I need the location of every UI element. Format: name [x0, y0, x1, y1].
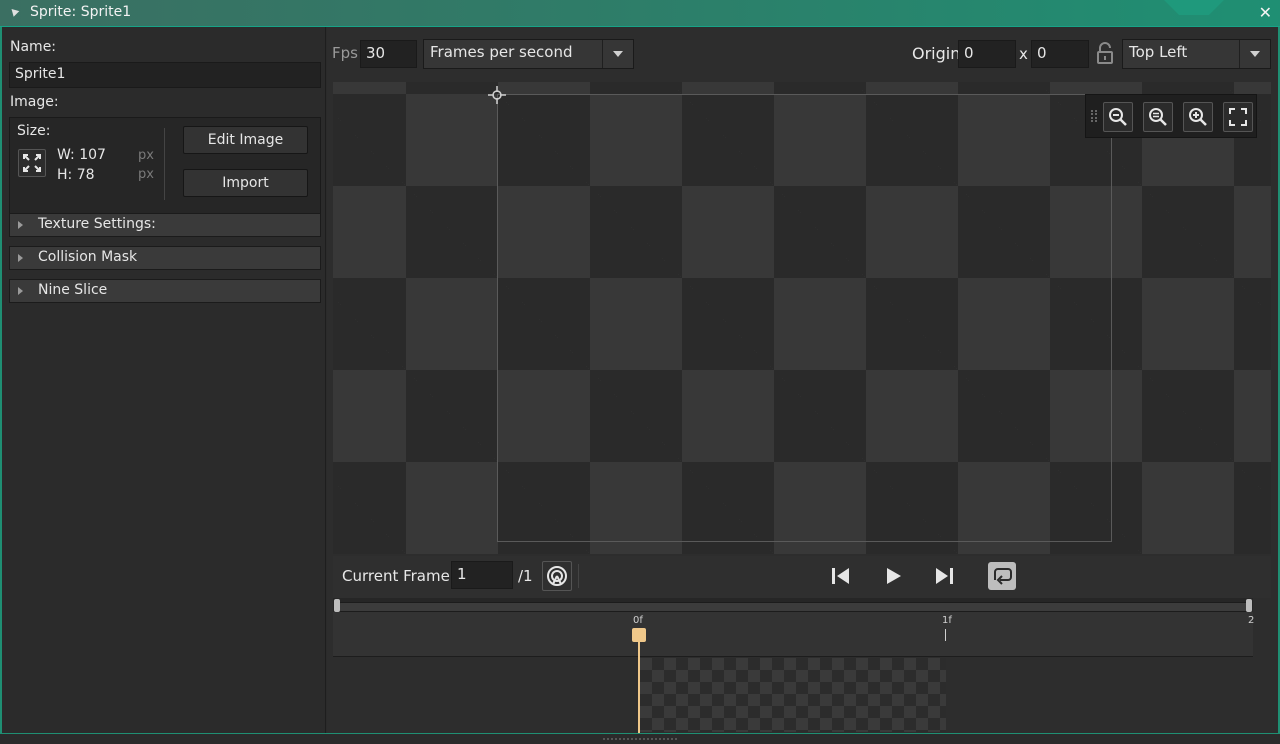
close-icon[interactable]: ✕ [1259, 3, 1272, 22]
frame-cell[interactable] [640, 658, 946, 732]
playhead-handle[interactable] [632, 628, 646, 642]
current-frame-label: Current Frame: [342, 567, 455, 585]
fullscreen-icon [1229, 108, 1247, 126]
play-icon [887, 568, 901, 584]
divider [164, 128, 165, 200]
fps-mode-dropdown[interactable]: Frames per second [423, 39, 634, 69]
chevron-down-icon [1239, 40, 1270, 68]
height-value: H: 78 [57, 167, 95, 183]
fps-input[interactable]: 30 [360, 40, 417, 68]
fps-mode-value: Frames per second [430, 43, 573, 61]
section-label: Collision Mask [38, 249, 138, 265]
nine-slice-section[interactable]: Nine Slice [9, 279, 321, 303]
resize-grip[interactable] [603, 738, 677, 740]
tick-label: 0f [633, 615, 643, 626]
height-unit: px [138, 167, 154, 182]
current-frame-input[interactable]: 1 [451, 561, 513, 589]
expand-arrow-icon [18, 254, 23, 262]
fit-screen-button[interactable] [1223, 102, 1253, 132]
section-label: Texture Settings: [38, 216, 156, 232]
origin-label: Origin [912, 44, 961, 63]
expand-arrows-icon [23, 154, 41, 172]
zoom-reset-icon [1149, 108, 1167, 126]
tick-label: 2 [1248, 615, 1255, 626]
zoom-out-icon [1109, 108, 1127, 126]
onion-skin-icon [547, 566, 567, 586]
zoom-in-button[interactable] [1183, 102, 1213, 132]
section-label: Nine Slice [38, 282, 108, 298]
window-bottom-edge [0, 733, 1280, 744]
chevron-down-icon [602, 40, 633, 68]
width-unit: px [138, 148, 154, 163]
divider [578, 564, 579, 588]
playhead-line [638, 640, 640, 733]
zoom-out-button[interactable] [1103, 102, 1133, 132]
timeline-scrollbar[interactable] [333, 598, 1253, 612]
loop-toggle[interactable] [988, 562, 1016, 590]
grip-handle[interactable] [1091, 110, 1097, 122]
window-title: Sprite: Sprite1 [30, 4, 132, 20]
width-value: W: 107 [57, 147, 106, 163]
onion-skin-button[interactable] [542, 561, 572, 591]
scroll-handle-left[interactable] [334, 599, 340, 612]
size-label: Size: [17, 123, 51, 139]
collapse-triangle-icon[interactable] [8, 6, 20, 17]
skip-end-icon [936, 568, 953, 584]
lock-icon[interactable] [1095, 42, 1115, 66]
titlebar-notch [1164, 0, 1224, 15]
origin-preset-dropdown[interactable]: Top Left [1122, 39, 1271, 69]
scroll-handle-right[interactable] [1246, 599, 1252, 612]
loop-icon [994, 568, 1012, 585]
tick-label: 1f [942, 615, 952, 626]
play-button[interactable] [882, 564, 904, 588]
total-frames: /1 [518, 567, 533, 585]
name-label: Name: [10, 39, 57, 55]
zoom-in-icon [1189, 108, 1207, 126]
scrollbar-rail[interactable] [338, 602, 1250, 612]
expand-arrow-icon [18, 221, 23, 229]
tick-mark [945, 629, 946, 641]
window-titlebar[interactable]: Sprite: Sprite1 ✕ [0, 0, 1280, 27]
collision-mask-section[interactable]: Collision Mask [9, 246, 321, 270]
import-button[interactable]: Import [183, 169, 308, 197]
zoom-reset-button[interactable] [1143, 102, 1173, 132]
origin-x-input[interactable]: 0 [958, 40, 1016, 68]
origin-y-input[interactable]: 0 [1031, 40, 1089, 68]
fps-label: Fps [332, 44, 358, 62]
origin-separator: x [1019, 45, 1028, 63]
name-field[interactable]: Sprite1 [9, 62, 321, 88]
sprite-bounds [497, 94, 1112, 542]
timeline-ruler[interactable]: 0f 1f 2 [333, 612, 1255, 657]
sprite-properties-panel: Name: Sprite1 Image: Size: W: 107 H: 78 … [0, 27, 326, 744]
zoom-toolbar [1085, 94, 1257, 138]
last-frame-button[interactable] [933, 564, 955, 588]
resize-button[interactable] [18, 149, 46, 177]
edit-image-button[interactable]: Edit Image [183, 126, 308, 154]
texture-settings-section[interactable]: Texture Settings: [9, 213, 321, 237]
first-frame-button[interactable] [830, 564, 852, 588]
playback-bar: Current Frame: 1 /1 [333, 556, 1271, 598]
expand-arrow-icon [18, 287, 23, 295]
skip-start-icon [832, 568, 849, 584]
origin-crosshair-icon[interactable] [488, 86, 506, 104]
image-label: Image: [10, 94, 59, 110]
origin-preset-value: Top Left [1129, 43, 1188, 61]
